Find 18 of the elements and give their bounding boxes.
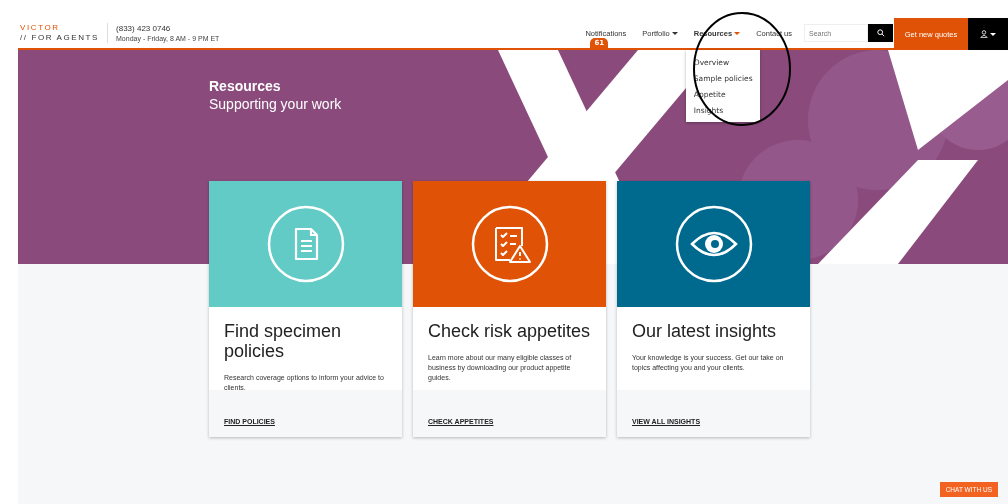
hero-title: Resources (209, 78, 281, 94)
user-icon (980, 30, 988, 38)
caret-icon (990, 32, 996, 36)
caret-icon (734, 31, 741, 35)
logo-text: VICTOR (20, 23, 61, 33)
document-icon (265, 204, 346, 284)
checklist-icon (469, 204, 550, 284)
user-menu-button[interactable] (968, 18, 1008, 50)
logo-tagline: // FOR AGENTS (20, 33, 100, 43)
caret-icon (671, 31, 678, 35)
search-icon (876, 29, 885, 37)
search-button[interactable] (868, 24, 893, 42)
phone-number: (833) 423 0746 (116, 24, 172, 33)
card-title: Our latest insights (632, 321, 778, 341)
hero-subtitle: Supporting your work (209, 96, 342, 112)
card-title: Find specimen policies (224, 321, 343, 361)
eye-icon (673, 204, 754, 284)
card-title: Check risk appetites (428, 321, 591, 341)
